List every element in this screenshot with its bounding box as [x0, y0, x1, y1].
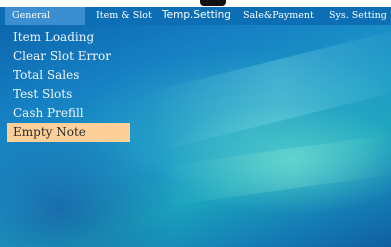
- top-strip: [0, 0, 391, 7]
- menu-item-cash-prefill[interactable]: Cash Prefill: [7, 104, 137, 123]
- main-screen: General Item & Slot Temp.Setting Sale&Pa…: [0, 0, 391, 247]
- tab-bar: General Item & Slot Temp.Setting Sale&Pa…: [0, 7, 391, 25]
- tab-item-slot[interactable]: Item & Slot: [96, 7, 152, 25]
- background-light-streak: [146, 29, 391, 151]
- tab-sys-setting[interactable]: Sys. Setting: [329, 7, 387, 25]
- menu-item-total-sales[interactable]: Total Sales: [7, 66, 137, 85]
- top-mark: [200, 0, 226, 6]
- menu-item-test-slots[interactable]: Test Slots: [7, 85, 137, 104]
- tab-temp-setting[interactable]: Temp.Setting: [162, 7, 231, 25]
- general-menu: Item Loading Clear Slot Error Total Sale…: [7, 28, 137, 142]
- tab-general[interactable]: General: [5, 7, 85, 25]
- menu-item-clear-slot-error[interactable]: Clear Slot Error: [7, 47, 137, 66]
- background-light-streak: [158, 133, 391, 207]
- menu-item-empty-note[interactable]: Empty Note: [7, 123, 130, 142]
- menu-item-item-loading[interactable]: Item Loading: [7, 28, 137, 47]
- tab-sale-payment[interactable]: Sale&Payment: [243, 7, 314, 25]
